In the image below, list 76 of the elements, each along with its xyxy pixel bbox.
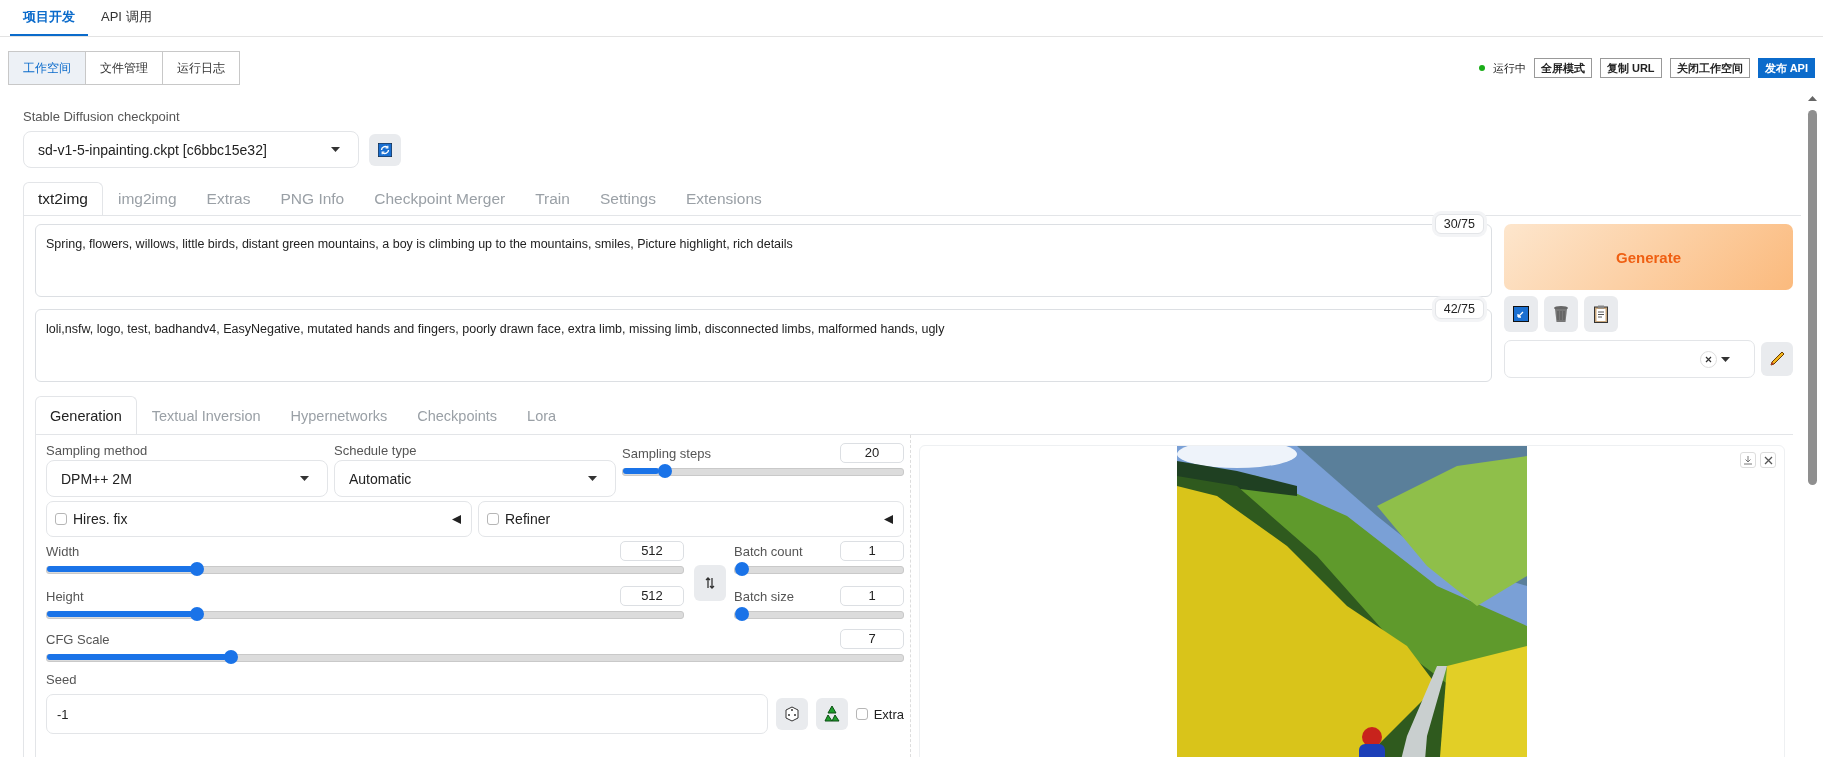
schedule-type-dropdown[interactable]: Automatic: [334, 460, 616, 497]
slider-label: Batch size: [734, 588, 794, 604]
field-label: Sampling method: [46, 443, 149, 458]
slider-thumb[interactable]: [657, 464, 672, 478]
slider-thumb[interactable]: [735, 607, 749, 621]
action-button[interactable]: 关闭工作空间: [1669, 58, 1750, 78]
token-counter: 42/75: [1434, 299, 1484, 319]
top-tab[interactable]: API 调用: [88, 0, 165, 36]
refresh-button[interactable]: [369, 133, 401, 166]
edit-button[interactable]: [1761, 342, 1793, 376]
workspace-tab[interactable]: 文件管理: [85, 51, 163, 85]
scrollbar-thumb[interactable]: [1807, 110, 1817, 485]
apply-style-button[interactable]: [1504, 296, 1538, 332]
action-button[interactable]: 全屏模式: [1533, 58, 1592, 78]
field-label: Schedule type: [334, 443, 418, 458]
number-field[interactable]: 512: [620, 586, 684, 606]
refresh-icon: [378, 142, 392, 157]
collapse-arrow-icon: [452, 514, 461, 524]
random-seed-button[interactable]: [775, 698, 808, 730]
workspace-tab[interactable]: 运行日志: [162, 51, 240, 85]
clipboard-button[interactable]: [1584, 296, 1618, 332]
checkbox-label: Extra: [873, 706, 904, 722]
reuse-seed-button[interactable]: [815, 698, 848, 730]
slider-thumb[interactable]: [223, 650, 238, 664]
caret-icon: [300, 476, 309, 481]
caret-icon: [331, 147, 340, 152]
clear-icon: [1700, 350, 1717, 368]
trash-icon: [1553, 305, 1569, 323]
status-dot: [1478, 65, 1485, 71]
clipboard-icon: [1594, 305, 1608, 323]
download-icon: [1743, 455, 1753, 465]
workspace-tab[interactable]: 工作空间: [8, 51, 86, 85]
action-button[interactable]: 复制 URL: [1599, 58, 1662, 78]
slider-label: Height: [46, 588, 84, 604]
checkbox-icon: [1513, 306, 1529, 322]
seed-field[interactable]: -1: [46, 694, 768, 734]
scroll-up-icon: [1807, 96, 1817, 101]
slider-thumb[interactable]: [190, 607, 205, 621]
trash-button[interactable]: [1544, 296, 1578, 332]
number-field[interactable]: 512: [620, 541, 684, 561]
slider-thumb[interactable]: [735, 562, 749, 576]
collapse-arrow-icon: [884, 514, 893, 524]
field-label: Seed: [46, 672, 78, 687]
number-field[interactable]: 20: [840, 443, 904, 463]
pencil-icon: [1769, 351, 1785, 367]
slider-thumb[interactable]: [190, 562, 205, 576]
checkbox[interactable]: [55, 513, 67, 525]
number-field[interactable]: 1: [840, 541, 904, 561]
swap-arrows-icon: [705, 577, 715, 589]
accordion-header[interactable]: Refiner: [478, 501, 904, 537]
slider-label: CFG Scale: [46, 631, 110, 647]
caret-icon: [588, 476, 597, 481]
checkpoint-dropdown[interactable]: sd-v1-5-inpainting.ckpt [c6bbc15e32]: [23, 131, 359, 168]
dice-icon: [783, 706, 800, 722]
slider-label: Sampling steps: [622, 445, 711, 461]
number-field[interactable]: 1: [840, 586, 904, 606]
number-field[interactable]: 7: [840, 629, 904, 649]
sampling-method-dropdown[interactable]: DPM++ 2M: [46, 460, 328, 497]
slider-label: Width: [46, 543, 80, 559]
close-button[interactable]: [1760, 452, 1776, 468]
action-button[interactable]: 发布 API: [1757, 58, 1815, 78]
checkbox[interactable]: [855, 708, 868, 720]
main-tab[interactable]: txt2img: [23, 182, 103, 215]
top-tab[interactable]: 项目开发: [10, 0, 88, 36]
slider-label: Batch count: [734, 543, 803, 559]
slider-fill: [623, 468, 660, 474]
token-counter: 30/75: [1434, 214, 1484, 234]
close-icon: [1763, 455, 1773, 465]
checkbox[interactable]: [487, 513, 499, 525]
status-text: 运行中: [1492, 60, 1526, 76]
caret-icon: [1721, 356, 1730, 362]
swap-button[interactable]: [694, 565, 726, 601]
checkpoint-label: Stable Diffusion checkpoint: [23, 109, 181, 124]
recycle-icon: [822, 705, 841, 723]
generation-tab[interactable]: Generation: [35, 396, 137, 434]
accordion-header[interactable]: Hires. fix: [46, 501, 472, 537]
